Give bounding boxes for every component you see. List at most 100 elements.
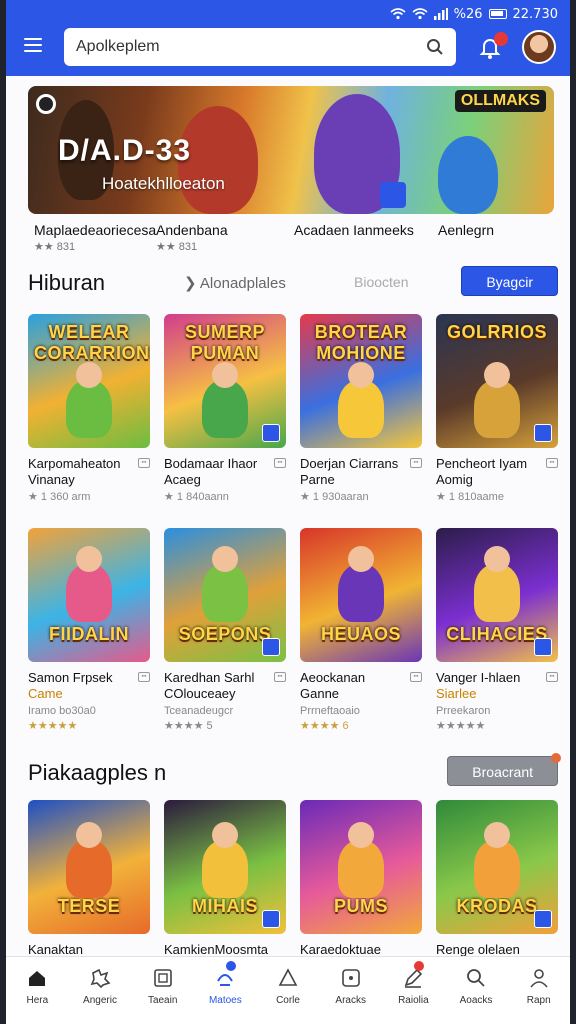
section-link-label: Alonadplales [199, 275, 286, 292]
nav-item[interactable]: Taeain [131, 957, 194, 1024]
game-thumbnail-title: SUMERP PUMAN [184, 322, 265, 363]
banner-caption-1[interactable]: Maplaedeaoriecesa [34, 222, 156, 238]
avatar[interactable] [522, 30, 556, 64]
game-thumbnail[interactable]: SOEPONS [164, 528, 286, 662]
banner-caption-2-rating: ★★ 831 [156, 241, 198, 253]
puzzle-icon [90, 968, 111, 989]
game-subtitle: Siarlee [436, 686, 477, 701]
search-icon [467, 969, 485, 987]
game-title[interactable]: Vanger I-hlaen [436, 670, 558, 686]
nav-item[interactable]: Angeric [69, 957, 132, 1024]
game-thumbnail[interactable]: FIIDALIN [28, 528, 150, 662]
nav-item[interactable]: Aracks [319, 957, 382, 1024]
more-options-icon[interactable]: ▪▪ [410, 458, 422, 468]
battery-icon [488, 9, 507, 19]
game-thumbnail[interactable]: WELEAR CORARRIONS [28, 314, 150, 448]
game-character [338, 362, 384, 438]
more-options-icon[interactable]: ▪▪ [546, 672, 558, 682]
game-card[interactable]: TERSE Kanaktan Ihuikaak [28, 800, 150, 956]
game-thumbnail[interactable]: BROTEAR MOHIONE [300, 314, 422, 448]
game-thumbnail[interactable]: KRODAS [436, 800, 558, 934]
game-meta: Prreekaron [436, 705, 491, 717]
more-options-icon[interactable]: ▪▪ [410, 672, 422, 682]
game-thumbnail[interactable]: PUMS [300, 800, 422, 934]
banner-subtitle: Hoatekhlloeaton [102, 174, 225, 193]
game-card[interactable]: GOLRRIOS Pencheort Iyam Aomig ★ 1 810aame ▪▪ [436, 314, 558, 505]
banner-caption-4[interactable]: Aenlegrn [438, 222, 494, 238]
banner-action-icon[interactable] [380, 182, 406, 208]
search-icon[interactable] [426, 38, 444, 56]
nav-item[interactable]: Hera [6, 957, 69, 1024]
game-title[interactable]: Pencheort Iyam [436, 456, 558, 472]
game-thumbnail[interactable]: CLIHACIES [436, 528, 558, 662]
game-title[interactable]: Karedhan Sarhl COlouceaey [164, 670, 286, 702]
game-card[interactable]: MIHAIS KamkienMoosmta [164, 800, 286, 956]
notification-bell-icon[interactable] [476, 32, 508, 62]
game-card[interactable]: FIIDALIN Samon Frpsek Came Iramo bo30a0 ★★★★… [28, 528, 150, 734]
game-card[interactable]: SUMERP PUMAN Bodamaar Ihaor Acaeg ★ 1 840aa… [164, 314, 286, 505]
game-card[interactable]: KRODAS Renge olelaen [436, 800, 558, 956]
section-2-action-button[interactable]: Broacrant [447, 753, 561, 786]
game-thumbnail[interactable]: HEUAOS [300, 528, 422, 662]
search-bar[interactable]: Apolkeplem [64, 28, 456, 66]
nav-item[interactable]: Aoacks [445, 957, 508, 1024]
nav-item[interactable]: Corle [257, 957, 320, 1024]
banner-badge-icon [36, 94, 56, 114]
game-thumbnail[interactable]: MIHAIS [164, 800, 286, 934]
nav-item-label: Hera [26, 995, 49, 1006]
nav-badge [226, 961, 237, 971]
banner-captions: Maplaedeaoriecesa ★★ 831 Andenbana ★★ 83… [28, 222, 554, 258]
game-title[interactable]: Karpomaheaton Vinanay [28, 456, 150, 488]
banner-character-4 [438, 136, 498, 214]
game-title[interactable]: Renge olelaen [436, 942, 558, 956]
game-meta: ★ 1 360 arm [28, 491, 91, 503]
search-input[interactable]: Apolkeplem [76, 38, 426, 56]
nav-item[interactable]: Matoes [194, 957, 257, 1024]
more-options-icon[interactable]: ▪▪ [274, 458, 286, 468]
nav-item[interactable]: Raiolia [382, 957, 445, 1024]
game-meta: ★ 1 810aame [436, 491, 504, 503]
game-card[interactable]: WELEAR CORARRIONS Karpomaheaton Vinanay ★ … [28, 314, 150, 505]
game-meta: Iramo bo30a0 [28, 705, 96, 717]
game-card[interactable]: HEUAOS Aeockanan Ganne Prrneftaoaio ★★★★ 6 ▪… [300, 528, 422, 734]
game-thumbnail-title: WELEAR CORARRIONS [34, 322, 150, 363]
signal-icon [433, 8, 448, 20]
section-title: Hiburan [28, 270, 106, 295]
featured-banner[interactable]: D/A.D-33 Hoatekhlloeaton OLLMAKS [28, 86, 554, 214]
clock: 22.730 [512, 6, 559, 22]
game-rating: ★★★★ 5 [164, 720, 213, 732]
banner-caption-2[interactable]: Andenbana [156, 222, 228, 238]
game-title[interactable]: Karaedoktuae [300, 942, 422, 956]
game-card[interactable]: SOEPONS Karedhan Sarhl COlouceaey Tceanade… [164, 528, 286, 734]
game-title[interactable]: Aeockanan Ganne [300, 670, 422, 702]
section-link[interactable]: ❯ Alonadplales [184, 274, 286, 292]
game-title[interactable]: Bodamaar Ihaor [164, 456, 286, 472]
game-character [474, 362, 520, 438]
game-card[interactable]: CLIHACIES Vanger I-hlaen Siarlee Prreekaron… [436, 528, 558, 734]
game-thumbnail[interactable]: GOLRRIOS [436, 314, 558, 448]
phone-screen: %26 22.730 Apolkeplem D/A.D-33 Hoatekhll… [0, 0, 576, 1024]
more-options-icon[interactable]: ▪▪ [138, 458, 150, 468]
game-title[interactable]: Doerjan Ciarrans Parne [300, 456, 422, 488]
more-options-icon[interactable]: ▪▪ [546, 458, 558, 468]
status-bar: %26 22.730 [390, 4, 558, 24]
more-options-icon[interactable]: ▪▪ [274, 672, 286, 682]
game-card[interactable]: PUMS Karaedoktuae [300, 800, 422, 956]
game-thumbnail[interactable]: SUMERP PUMAN [164, 314, 286, 448]
game-thumbnail[interactable]: TERSE [28, 800, 150, 934]
banner-caption-3[interactable]: Acadaen Ianmeeks [294, 222, 414, 238]
game-title[interactable]: Samon Frpsek [28, 670, 150, 686]
menu-icon[interactable] [24, 38, 44, 54]
wifi-icon-2 [412, 8, 428, 20]
nav-item[interactable]: Rapn [507, 957, 570, 1024]
game-meta: ★ 1 840aann [164, 491, 229, 503]
game-title[interactable]: KamkienMoosmta [164, 942, 286, 956]
section-action-button[interactable]: Byagcir [461, 266, 558, 296]
game-character [66, 362, 112, 438]
more-options-icon[interactable]: ▪▪ [138, 672, 150, 682]
game-card[interactable]: BROTEAR MOHIONE Doerjan Ciarrans Parne ★ 1… [300, 314, 422, 505]
game-title[interactable]: Kanaktan Ihuikaak [28, 942, 150, 956]
section-ghost-tab[interactable]: Bioocten [354, 274, 408, 290]
gamepad-icon [153, 969, 172, 987]
game-subtitle: Came [28, 686, 63, 701]
